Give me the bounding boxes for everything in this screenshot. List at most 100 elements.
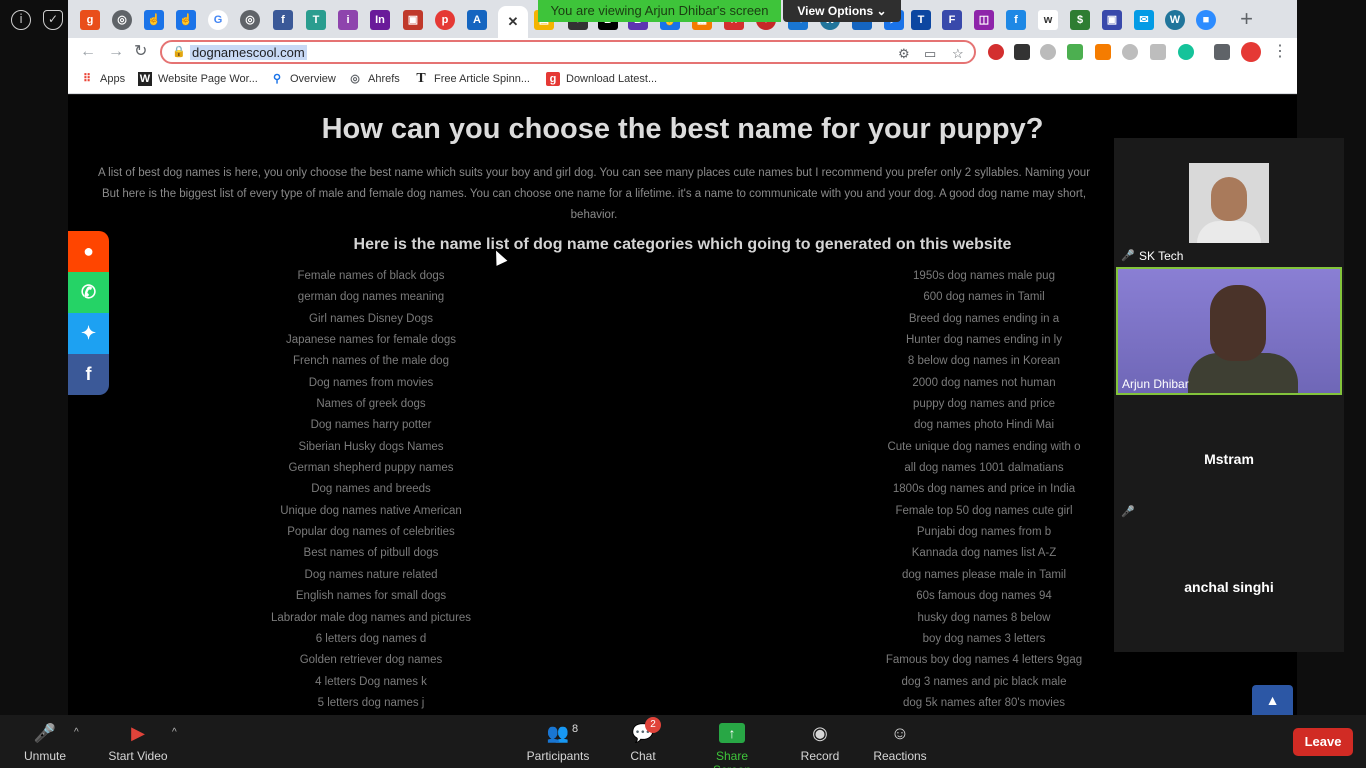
share-screen-button[interactable]: ↑ Share Screen <box>696 721 768 768</box>
record-button[interactable]: ◉ Record <box>798 721 842 763</box>
start-video-button[interactable]: ▶ Start Video <box>106 721 170 763</box>
profile-avatar[interactable] <box>1241 42 1261 62</box>
reddit-share-icon[interactable]: ● <box>68 231 109 272</box>
list-item[interactable]: Punjabi dog names from b <box>834 522 1134 543</box>
bookmark-overview[interactable]: ⚲ Overview <box>270 72 336 86</box>
chevron-up-icon[interactable]: ^ <box>74 727 79 738</box>
tab-hand-icon[interactable]: ☝ <box>176 10 196 30</box>
list-item[interactable]: Japanese names for female dogs <box>221 330 521 351</box>
tab-news-icon[interactable]: ▣ <box>403 10 423 30</box>
info-icon[interactable]: i <box>11 10 31 30</box>
bookmark-website-page[interactable]: W Website Page Wor... <box>138 72 258 86</box>
back-arrow-icon[interactable]: ← <box>80 42 96 62</box>
extension-orange-icon[interactable] <box>1095 44 1111 60</box>
tab-globe-icon[interactable]: ◎ <box>112 10 132 30</box>
tab-google-icon[interactable]: G <box>208 10 228 30</box>
bookmark-ahrefs[interactable]: ◎ Ahrefs <box>348 72 400 86</box>
list-item[interactable]: puppy dog names and price <box>834 394 1134 415</box>
active-speaker-video[interactable]: Arjun Dhibar <box>1116 267 1342 395</box>
list-item[interactable]: 5 letters dog names j <box>221 693 521 714</box>
tab-active-close-icon[interactable]: ✕ <box>498 6 528 38</box>
list-item[interactable]: 8 below dog names in Korean <box>834 351 1134 372</box>
twitter-share-icon[interactable]: ✦ <box>68 313 109 354</box>
list-item[interactable]: Hunter dog names ending in ly <box>834 330 1134 351</box>
list-item[interactable]: English names for small dogs <box>221 586 521 607</box>
list-item[interactable]: Girl names Disney Dogs <box>221 309 521 330</box>
tab-w-icon[interactable]: w <box>1038 10 1058 30</box>
tab-g-icon[interactable]: g <box>80 10 100 30</box>
list-item[interactable]: Dog names nature related <box>221 565 521 586</box>
list-item[interactable]: Labrador male dog names and pictures <box>221 608 521 629</box>
list-item[interactable]: Unique dog names native American <box>221 501 521 522</box>
list-item[interactable]: Popular dog names of celebrities <box>221 522 521 543</box>
list-item[interactable]: Famous boy dog names 4 letters 9gag <box>834 650 1134 671</box>
whatsapp-share-icon[interactable]: ✆ <box>68 272 109 313</box>
extension-gray-icon[interactable] <box>1040 44 1056 60</box>
address-bar[interactable]: 🔒 dognamescool.com ⚙ ▭ ☆ <box>160 40 976 64</box>
extension-red-icon[interactable] <box>988 44 1004 60</box>
list-item[interactable]: Cute unique dog names ending with o <box>834 437 1134 458</box>
leave-button[interactable]: Leave <box>1293 728 1353 756</box>
list-item[interactable]: dog 3 names and pic black male <box>834 672 1134 693</box>
bookmark-free-article-spinner[interactable]: T Free Article Spinn... <box>414 72 530 86</box>
tab-facebook-icon[interactable]: f <box>273 10 293 30</box>
page-settings-icon[interactable]: ⚙ <box>898 46 910 62</box>
extension-green-icon[interactable] <box>1067 44 1083 60</box>
menu-kebab-icon[interactable]: ⋮ <box>1272 42 1288 62</box>
cast-icon[interactable]: ▭ <box>924 46 936 62</box>
list-item[interactable]: Female names of black dogs <box>221 266 521 287</box>
list-item[interactable]: 2000 dog names not human <box>834 373 1134 394</box>
tab-green-icon[interactable]: $ <box>1070 10 1090 30</box>
list-item[interactable]: Golden retriever dog names <box>221 650 521 671</box>
list-item[interactable]: all dog names 1001 dalmatians <box>834 458 1134 479</box>
facebook-share-icon[interactable]: f <box>68 354 109 395</box>
new-tab-plus-icon[interactable]: + <box>1240 8 1253 30</box>
list-item[interactable]: Female top 50 dog names cute girl <box>834 501 1134 522</box>
view-options-button[interactable]: View Options ⌄ <box>783 0 901 22</box>
scroll-to-top-button[interactable]: ▲ <box>1252 685 1293 715</box>
tab-f-icon[interactable]: f <box>1006 10 1026 30</box>
tab-hand-icon[interactable]: ☝ <box>144 10 164 30</box>
list-item[interactable]: French names of the male dog <box>221 351 521 372</box>
list-item[interactable]: 1800s dog names and price in India <box>834 479 1134 500</box>
list-item[interactable]: Best names of pitbull dogs <box>221 543 521 564</box>
tab-phone-icon[interactable]: ◫ <box>974 10 994 30</box>
list-item[interactable]: 4 letters Dog names k <box>221 672 521 693</box>
list-item[interactable]: Breed dog names ending in a <box>834 309 1134 330</box>
list-item[interactable]: dog 5k names after 80's movies <box>834 693 1134 714</box>
list-item[interactable]: dog names please male in Tamil <box>834 565 1134 586</box>
tab-zoom-icon[interactable]: ■ <box>1196 10 1216 30</box>
tab-globe-icon[interactable]: ◎ <box>240 10 260 30</box>
list-item[interactable]: dog names photo Hindi Mai <box>834 415 1134 436</box>
bookmark-star-icon[interactable]: ☆ <box>952 46 964 62</box>
list-item[interactable]: Siberian Husky dogs Names <box>221 437 521 458</box>
grammarly-icon[interactable] <box>1178 44 1194 60</box>
list-item[interactable]: German shepherd puppy names <box>221 458 521 479</box>
bookmark-apps[interactable]: ⠿ Apps <box>80 72 125 86</box>
security-shield-icon[interactable]: ✓ <box>43 10 63 30</box>
extension-m-icon[interactable] <box>1014 44 1030 60</box>
extension-k-icon[interactable] <box>1122 44 1138 60</box>
tab-pinterest-icon[interactable]: p <box>435 10 455 30</box>
tab-t-icon[interactable]: T <box>306 10 326 30</box>
tab-f-icon[interactable]: F <box>942 10 962 30</box>
reload-icon[interactable]: ↻ <box>134 42 147 62</box>
list-item[interactable]: Dog names and breeds <box>221 479 521 500</box>
participants-button[interactable]: 👥 Participants <box>524 721 592 763</box>
tab-in-icon[interactable]: In <box>370 10 390 30</box>
list-item[interactable]: 1950s dog names male pug <box>834 266 1134 287</box>
list-item[interactable]: Kannada dog names list A-Z <box>834 543 1134 564</box>
list-item[interactable]: 6 letters dog names d <box>221 629 521 650</box>
tab-blue-icon[interactable]: ▣ <box>1102 10 1122 30</box>
list-item[interactable]: Dog names harry potter <box>221 415 521 436</box>
list-item[interactable]: 60s famous dog names 94 <box>834 586 1134 607</box>
forward-arrow-icon[interactable]: → <box>108 42 124 62</box>
unmute-button[interactable]: 🎤 Unmute <box>22 721 68 763</box>
reactions-button[interactable]: ☺ Reactions <box>872 721 928 763</box>
tab-t-icon[interactable]: T <box>911 10 931 30</box>
list-item[interactable]: 600 dog names in Tamil <box>834 287 1134 308</box>
list-item[interactable]: german dog names meaning <box>221 287 521 308</box>
chevron-up-icon[interactable]: ^ <box>172 727 177 738</box>
tab-wordpress-icon[interactable]: W <box>1165 10 1185 30</box>
list-item[interactable]: husky dog names 8 below <box>834 608 1134 629</box>
